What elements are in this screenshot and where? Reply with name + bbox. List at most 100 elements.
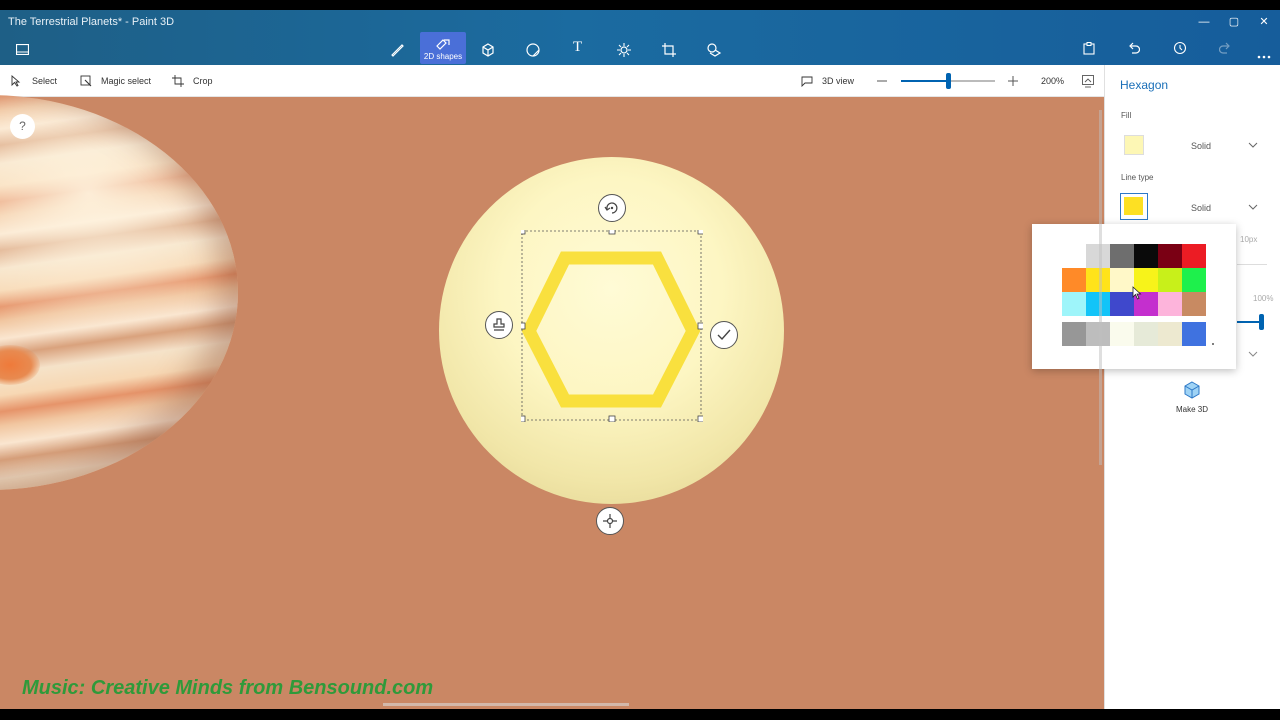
planet-sphere-left[interactable] <box>0 95 238 490</box>
help-question-mark: ? <box>19 119 26 133</box>
paste-icon[interactable] <box>1083 42 1095 60</box>
add-custom-color-dot[interactable] <box>1212 343 1214 345</box>
canvas-tool[interactable] <box>646 32 692 64</box>
3d-library-tool[interactable] <box>691 32 737 64</box>
resize-handle-tm[interactable] <box>608 230 616 235</box>
fill-chevron-down-icon[interactable] <box>1248 140 1258 150</box>
cube-icon <box>482 43 494 57</box>
palette-swatch[interactable] <box>1158 292 1182 316</box>
line-color-swatch-frame[interactable] <box>1120 193 1148 220</box>
palette-swatch[interactable] <box>1086 292 1110 316</box>
stickers-tool[interactable] <box>510 32 556 64</box>
text-icon: T <box>573 39 583 55</box>
select-label: Select <box>32 76 58 86</box>
maximize-button[interactable]: ▢ <box>1224 14 1244 30</box>
resize-handle-bl[interactable] <box>521 415 526 422</box>
properties-panel: Hexagon Fill Solid Line type Solid 10px … <box>1104 65 1280 709</box>
make-3d-cube-icon <box>1184 381 1200 399</box>
vertical-scrollbar[interactable] <box>1099 110 1102 465</box>
palette-swatch[interactable] <box>1062 268 1086 292</box>
plus-icon <box>1008 76 1018 86</box>
music-credit-watermark: Music: Creative Minds from Bensound.com <box>22 677 434 699</box>
3d-shapes-tool[interactable] <box>465 32 511 64</box>
palette-swatch[interactable] <box>1182 268 1206 292</box>
checkmark-icon <box>717 329 731 341</box>
effects-tool[interactable] <box>601 32 647 64</box>
3d-library-icon <box>707 43 722 57</box>
hexagon-shape[interactable] <box>521 251 701 408</box>
close-button[interactable]: ✕ <box>1254 14 1274 30</box>
zoom-level: 200% <box>1041 76 1065 86</box>
2d-shapes-tool[interactable]: 2D shapes <box>420 32 466 64</box>
palette-swatch[interactable] <box>1182 322 1206 346</box>
zoom-in-button[interactable] <box>1008 65 1020 97</box>
crop-button[interactable]: Crop <box>172 65 222 97</box>
horizontal-scrollbar[interactable] <box>383 703 629 706</box>
more-options-icon[interactable] <box>1257 46 1271 64</box>
resize-handle-tr[interactable] <box>697 230 703 235</box>
minimize-button[interactable]: — <box>1194 14 1214 30</box>
palette-swatch[interactable] <box>1110 322 1134 346</box>
resize-handle-ml[interactable] <box>521 322 526 330</box>
move-handle[interactable] <box>596 507 624 535</box>
panel-divider <box>1237 264 1267 265</box>
redo-icon[interactable] <box>1218 42 1231 60</box>
palette-swatch[interactable] <box>1062 292 1086 316</box>
palette-swatch[interactable] <box>1134 322 1158 346</box>
paint3d-window: The Terrestrial Planets* - Paint 3D — ▢ … <box>0 10 1280 709</box>
line-chevron-down-icon[interactable] <box>1248 202 1258 212</box>
effects-sun-icon <box>617 43 631 57</box>
magic-select-button[interactable]: Magic select <box>80 65 160 97</box>
palette-swatch[interactable] <box>1134 244 1158 268</box>
fill-type-value[interactable]: Solid <box>1191 141 1211 151</box>
fill-color-swatch[interactable] <box>1124 135 1144 155</box>
make-3d-button[interactable]: Make 3D <box>1167 381 1217 421</box>
text-tool[interactable]: T <box>556 32 602 64</box>
brushes-tool[interactable] <box>374 32 420 64</box>
hexagon-selection[interactable] <box>521 230 703 422</box>
crop-label: Crop <box>193 76 213 86</box>
zoom-fit-button[interactable] <box>1082 65 1094 97</box>
stamp-button[interactable] <box>485 311 513 339</box>
palette-swatch[interactable] <box>1110 244 1134 268</box>
rotate-handle[interactable] <box>598 194 626 222</box>
help-button[interactable]: ? <box>10 114 35 139</box>
palette-swatch[interactable] <box>1158 244 1182 268</box>
rotate-icon <box>604 202 618 214</box>
zoom-out-button[interactable] <box>877 65 889 97</box>
selection-toolbar: Select Magic select Crop 3D view 200% <box>0 65 1104 97</box>
palette-swatch[interactable] <box>1182 292 1206 316</box>
3d-view-toggle[interactable]: 3D view <box>801 65 861 97</box>
palette-swatch[interactable] <box>1110 268 1134 292</box>
line-type-value[interactable]: Solid <box>1191 203 1211 213</box>
resize-handle-mr[interactable] <box>697 322 703 330</box>
commit-button[interactable] <box>710 321 738 349</box>
palette-swatch[interactable] <box>1086 268 1110 292</box>
resize-handle-br[interactable] <box>697 415 703 422</box>
options-chevron-down-icon[interactable] <box>1248 349 1258 359</box>
opacity-value: 100% <box>1253 294 1274 303</box>
history-icon[interactable] <box>1173 41 1187 60</box>
palette-swatch[interactable] <box>1062 322 1086 346</box>
undo-icon[interactable] <box>1128 42 1141 60</box>
brush-icon <box>391 44 404 57</box>
palette-swatch[interactable] <box>1158 268 1182 292</box>
fill-label: Fill <box>1121 111 1132 120</box>
menu-icon[interactable] <box>15 42 30 60</box>
palette-swatch[interactable] <box>1086 244 1110 268</box>
zoom-slider[interactable] <box>901 73 995 89</box>
resize-handle-tl[interactable] <box>521 230 526 235</box>
zoom-fit-icon <box>1082 75 1094 88</box>
palette-swatch[interactable] <box>1158 322 1182 346</box>
palette-swatch[interactable] <box>1110 292 1134 316</box>
palette-swatch[interactable] <box>1086 322 1110 346</box>
zoom-slider-thumb[interactable] <box>946 73 951 89</box>
3d-view-icon <box>801 76 813 87</box>
mouse-cursor-icon <box>1132 286 1142 300</box>
select-tool-button[interactable]: Select <box>11 65 71 97</box>
resize-handle-bm[interactable] <box>608 415 616 422</box>
palette-swatch[interactable] <box>1182 244 1206 268</box>
canvas-crop-icon <box>662 43 676 57</box>
window-title: The Terrestrial Planets* - Paint 3D <box>8 16 175 28</box>
opacity-slider-thumb[interactable] <box>1259 314 1264 330</box>
